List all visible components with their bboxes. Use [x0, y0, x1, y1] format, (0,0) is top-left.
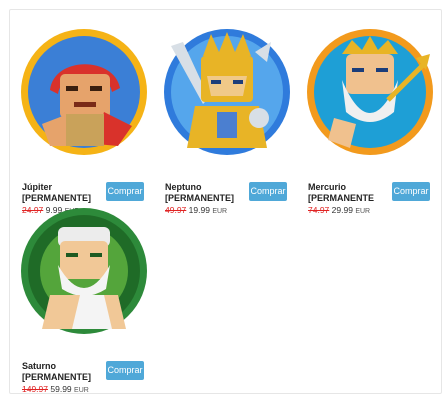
buy-button-saturno[interactable]: Comprar	[106, 361, 144, 380]
product-name: Mercurio [PERMANENTE	[308, 182, 375, 203]
product-card-neptuno: Neptuno [PERMANENTE] 49.97 19.99 EUR Com…	[163, 28, 293, 215]
product-name: Júpiter [PERMANENTE]	[22, 182, 91, 203]
buy-button-neptuno[interactable]: Comprar	[249, 182, 287, 201]
product-price: 49.97 19.99 EUR	[165, 205, 255, 217]
product-card-mercurio: Mercurio [PERMANENTE 74.97 29.99 EUR Com…	[306, 28, 436, 215]
buy-button-mercurio[interactable]: Comprar	[392, 182, 430, 201]
product-price: 149.97 59.99 EUR	[22, 384, 112, 396]
currency-label: EUR	[74, 387, 89, 394]
saturno-character-icon[interactable]	[20, 207, 148, 335]
jupiter-character-icon[interactable]	[20, 28, 148, 156]
new-price: 19.99	[188, 205, 210, 215]
product-price: 74.97 29.99 EUR	[308, 205, 398, 217]
product-name: Neptuno [PERMANENTE]	[165, 182, 234, 203]
old-price: 74.97	[308, 205, 330, 215]
mercurio-character-icon[interactable]	[306, 28, 434, 156]
new-price: 29.99	[331, 205, 353, 215]
old-price: 49.97	[165, 205, 187, 215]
new-price: 59.99	[50, 384, 72, 394]
buy-button-jupiter[interactable]: Comprar	[106, 182, 144, 201]
product-name: Saturno [PERMANENTE]	[22, 361, 91, 382]
currency-label: EUR	[212, 208, 228, 215]
product-card-saturno: Saturno [PERMANENTE] 149.97 59.99 EUR Co…	[20, 207, 150, 394]
neptuno-character-icon[interactable]	[163, 28, 291, 156]
old-price: 149.97	[22, 384, 48, 394]
currency-label: EUR	[355, 208, 371, 215]
product-card-jupiter: Júpiter [PERMANENTE] 24.97 9.99 EUR Comp…	[20, 28, 150, 215]
